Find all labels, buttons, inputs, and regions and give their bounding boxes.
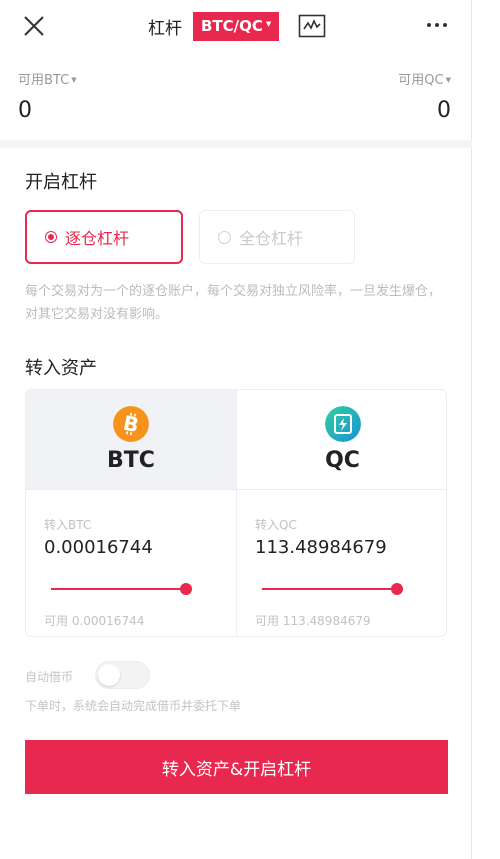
kline-chart-icon[interactable]: [298, 14, 326, 38]
transfer-and-enable-button[interactable]: 转入资产&开启杠杆: [25, 740, 448, 794]
radio-unselected-icon: [218, 230, 231, 244]
leverage-section-title: 开启杠杆: [25, 172, 97, 193]
auto-borrow-description: 下单时，系统会自动完成借币并委托下单: [25, 699, 242, 713]
cross-margin-label: 全仓杠杆: [239, 229, 304, 248]
caret-down-icon: ▼: [445, 76, 451, 84]
available-btc-label[interactable]: 可用BTC ▼: [18, 69, 77, 88]
qc-amount-slider[interactable]: [262, 583, 403, 595]
btc-amount-slider[interactable]: [51, 583, 192, 595]
more-icon[interactable]: [427, 23, 447, 27]
btc-input-label: 转入BTC: [44, 518, 92, 532]
qc-coin-name: QC: [325, 448, 360, 473]
top-bar: 杠杆 BTC/QC ▼: [0, 0, 472, 56]
close-icon[interactable]: [22, 14, 46, 38]
btc-tab[interactable]: B BTC: [26, 390, 236, 490]
available-btc-value: 0: [18, 98, 32, 123]
qc-input-label: 转入QC: [255, 518, 297, 532]
section-divider: [0, 140, 472, 148]
transfer-section-title: 转入资产: [25, 358, 97, 379]
available-qc-label[interactable]: 可用QC ▼: [398, 69, 451, 88]
slider-track: [51, 588, 186, 590]
qc-available: 可用 113.48984679: [255, 614, 371, 628]
btc-column: B BTC 转入BTC 0.00016744 可用 0.00016744: [26, 390, 237, 636]
btc-available: 可用 0.00016744: [44, 614, 145, 628]
isolated-margin-option[interactable]: 逐仓杠杆: [25, 210, 183, 264]
toggle-knob: [98, 664, 120, 686]
slider-thumb[interactable]: [180, 583, 192, 595]
pair-label: BTC/QC: [201, 17, 263, 35]
caret-down-icon: ▼: [265, 20, 272, 28]
btc-coin-name: BTC: [107, 448, 155, 473]
radio-selected-icon: [45, 231, 57, 243]
available-qc-value: 0: [437, 98, 451, 123]
page-title: 杠杆: [148, 19, 182, 39]
btc-coin-icon: B: [113, 406, 149, 442]
slider-thumb[interactable]: [391, 583, 403, 595]
auto-borrow-label: 自动借币: [25, 670, 74, 684]
transfer-asset-card: B BTC 转入BTC 0.00016744 可用 0.00016744 QC …: [25, 389, 447, 637]
qc-tab[interactable]: QC: [237, 390, 446, 490]
app-frame: 杠杆 BTC/QC ▼ 可用BTC ▼ 0 可用QC ▼ 0 开启杠杆 逐仓杠杆 全…: [0, 0, 472, 859]
isolated-margin-label: 逐仓杠杆: [65, 229, 130, 248]
pair-selector[interactable]: BTC/QC ▼: [193, 12, 280, 41]
qc-column: QC 转入QC 113.48984679 可用 113.48984679: [237, 390, 446, 636]
auto-borrow-toggle[interactable]: [95, 661, 150, 689]
caret-down-icon: ▼: [71, 76, 77, 84]
leverage-description: 每个交易对为一个的逐仓账户，每个交易对独立风险率，一旦发生爆仓，对其它交易对没有…: [25, 284, 442, 322]
qc-coin-icon: [324, 406, 361, 442]
btc-amount-input[interactable]: 0.00016744: [44, 537, 153, 558]
qc-amount-input[interactable]: 113.48984679: [255, 537, 387, 558]
slider-track: [262, 588, 397, 590]
cross-margin-option[interactable]: 全仓杠杆: [199, 210, 355, 264]
